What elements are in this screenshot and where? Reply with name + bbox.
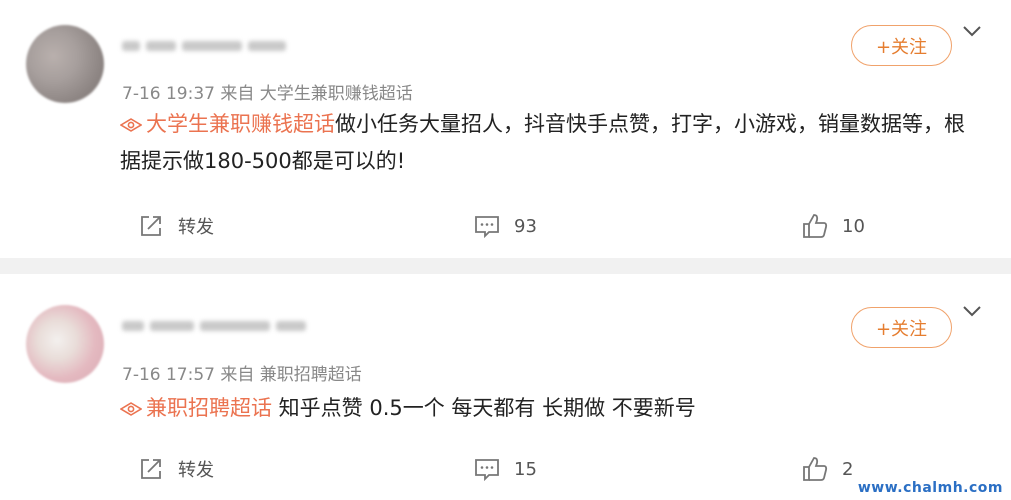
avatar[interactable] <box>26 305 104 383</box>
username-blurred[interactable] <box>122 314 306 338</box>
comment-icon <box>475 459 499 482</box>
repost-button[interactable]: 转发 <box>138 210 214 242</box>
avatar[interactable] <box>26 25 104 103</box>
topic-link[interactable]: 大学生兼职赚钱超话 <box>146 112 335 136</box>
repost-label: 转发 <box>178 217 214 238</box>
comment-count: 93 <box>514 215 537 237</box>
comment-button[interactable]: 15 <box>474 453 537 485</box>
comment-button[interactable]: 93 <box>474 210 537 242</box>
comment-count: 15 <box>514 458 537 480</box>
like-icon <box>803 457 828 481</box>
post-meta: 7-16 19:37 来自 大学生兼职赚钱超话 <box>122 84 413 104</box>
post-text: 知乎点赞 0.5一个 每天都有 长期做 不要新号 <box>272 396 696 420</box>
repost-button[interactable]: 转发 <box>138 453 214 485</box>
comment-icon <box>475 216 499 239</box>
topic-icon <box>120 118 142 132</box>
repost-label: 转发 <box>178 460 214 481</box>
watermark: www.chalmh.com <box>857 480 1003 496</box>
post-meta: 7-16 17:57 来自 兼职招聘超话 <box>122 365 362 385</box>
post-divider <box>0 258 1011 274</box>
chevron-down-icon[interactable] <box>962 24 982 38</box>
follow-button[interactable]: +关注 <box>851 25 952 66</box>
like-count: 2 <box>842 458 854 480</box>
topic-link[interactable]: 兼职招聘超话 <box>146 396 272 420</box>
action-bar: 转发 93 10 <box>0 210 1011 242</box>
post-content: 兼职招聘超话 知乎点赞 0.5一个 每天都有 长期做 不要新号 <box>120 390 970 427</box>
post-content: 大学生兼职赚钱超话做小任务大量招人，抖音快手点赞，打字，小游戏，销量数据等，根据… <box>120 106 970 180</box>
like-button[interactable]: 2 <box>802 453 853 485</box>
like-icon <box>803 214 828 238</box>
follow-button[interactable]: +关注 <box>851 307 952 348</box>
repost-icon <box>141 216 161 236</box>
topic-icon <box>120 402 142 416</box>
like-count: 10 <box>842 215 865 237</box>
repost-icon <box>141 459 161 479</box>
weibo-post: 7-16 17:57 来自 兼职招聘超话 +关注 兼职招聘超话 知乎点赞 0.5… <box>0 274 1011 500</box>
username-blurred[interactable] <box>122 34 286 58</box>
chevron-down-icon[interactable] <box>962 304 982 318</box>
like-button[interactable]: 10 <box>802 210 865 242</box>
weibo-post: 7-16 19:37 来自 大学生兼职赚钱超话 +关注 大学生兼职赚钱超话做小任… <box>0 0 1011 258</box>
